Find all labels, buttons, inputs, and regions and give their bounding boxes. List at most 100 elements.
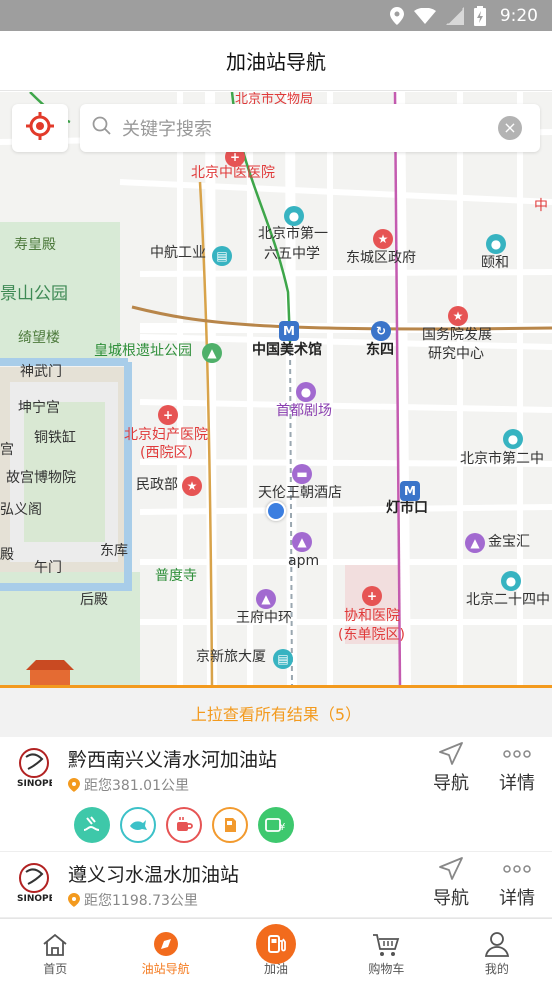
clear-icon[interactable]: × [498,116,522,140]
locate-button[interactable] [12,104,68,152]
poi-label: 后殿 [80,592,108,608]
nav-home[interactable]: 首页 [0,919,110,981]
poi-label: 中 [534,198,548,214]
poi-label: 弘义阁 [0,502,42,518]
poi-label: 北京市第二中 [460,451,544,467]
more-dots-icon [503,865,531,873]
poi-label: 六五中学 [264,246,320,262]
theater-icon: ● [296,382,316,402]
search-field[interactable]: 关键字搜索 × [80,104,540,152]
home-icon [43,933,67,956]
results-pull-up-bar[interactable]: 上拉查看所有结果（5） [0,685,552,737]
poi-label: 殿 [0,547,14,563]
navigate-button[interactable]: 导航 [426,856,476,910]
shopping-icon: ▲ [465,533,485,553]
navigate-label: 导航 [433,888,469,909]
navigate-label: 导航 [433,773,469,794]
poi-label: 皇城根遗址公园 [94,343,192,359]
coffee-icon [166,807,202,843]
poi-label: 民政部 [136,477,178,493]
compass-icon [153,932,178,956]
poi-label: 研究中心 [428,346,484,362]
metro-icon: M [400,481,420,501]
navigation-arrow-icon [439,742,463,765]
poi-label: 神武门 [20,364,62,380]
wash-icon [74,807,110,843]
nav-profile[interactable]: 我的 [442,919,552,981]
poi-label: 金宝汇 [488,534,530,550]
nav-label: 我的 [484,962,509,976]
poi-label: 铜铁缸 [34,430,76,446]
school-icon: ● [503,429,523,449]
svg-text:¥: ¥ [279,822,285,833]
fuel-pump-icon [268,935,286,953]
government-icon: ★ [448,306,468,326]
poi-label: 北京市第一 [258,226,328,242]
water-icon [120,807,156,843]
status-bar: 9:20 [0,0,552,31]
station-distance: 距您381.01公里 [68,775,189,795]
poi-label: 东四 [366,342,394,358]
school-icon: ● [284,206,304,226]
poi-label: 东城区政府 [346,250,416,266]
status-time: 9:20 [499,5,538,26]
results-label: 上拉查看所有结果（5） [190,704,362,724]
poi-label: 寿皇殿 [14,237,56,253]
government-icon: ★ [373,229,393,249]
details-button[interactable]: 详情 [492,741,542,795]
poi-label: (东单院区) [338,627,405,643]
map-view[interactable]: 北京市文物局 北京中医医院 中 寿皇殿 景山公园 绮望楼 中航工业 北京市第一 … [0,92,552,686]
distance-text: 距您381.01公里 [84,778,189,794]
government-icon: ★ [182,476,202,496]
poi-label: 北京中医医院 [191,165,275,181]
sinopec-logo: SINOPEC [16,862,62,904]
poi-label: 坤宁宫 [18,400,60,416]
poi-label: 颐和 [481,255,509,271]
poi-label: 故宫博物院 [6,470,76,486]
park-icon: ▲ [202,343,222,363]
shopping-icon: ▲ [292,532,312,552]
poi-label: (西院区) [140,445,193,461]
nav-cart[interactable]: 购物车 [331,919,441,981]
station-list-item[interactable]: SINOPEC 黔西南兴义清水河加油站 距您381.01公里 导航 详情 [0,737,552,852]
shopping-icon: ▲ [256,589,276,609]
poi-label: 中国美术馆 [252,342,322,358]
poi-label: 北京二十四中 [466,592,550,608]
nav-label: 购物车 [368,962,405,976]
location-icon [389,6,404,25]
poi-label: 普度寺 [155,568,197,584]
poi-label: 天伦王朝酒店 [258,485,342,501]
hospital-icon: + [362,586,382,606]
navigation-arrow-icon [439,857,463,880]
poi-label: 午门 [34,560,62,576]
more-dots-icon [503,750,531,758]
station-name: 遵义习水温水加油站 [68,864,240,886]
search-input[interactable]: 关键字搜索 [122,115,498,141]
current-location-marker [266,501,286,521]
details-label: 详情 [499,773,535,794]
nav-label: 油站导航 [141,962,190,976]
details-button[interactable]: 详情 [492,856,542,910]
nav-label: 首页 [43,962,68,976]
poi-label: 灯市口 [386,500,428,516]
cart-icon [373,934,400,956]
poi-label: 景山公园 [0,284,68,304]
search-icon [92,116,112,140]
poi-label: apm [288,553,320,569]
station-list-item[interactable]: SINOPEC 遵义习水温水加油站 距您1198.73公里 导航 详情 [0,852,552,918]
location-pin-icon [68,778,80,792]
refuel-fab[interactable] [256,924,296,964]
poi-label: 首都剧场 [276,403,332,419]
station-name: 黔西南兴义清水河加油站 [68,749,278,771]
nav-station-navigation[interactable]: 油站导航 [110,919,220,981]
page-title: 加油站导航 [226,50,326,74]
poi-label: 绮望楼 [18,330,60,346]
metro-icon: M [279,321,299,341]
building-icon: ▤ [273,649,293,669]
metro-icon: ↻ [371,321,391,341]
poi-label: 东库 [100,543,128,559]
navigate-button[interactable]: 导航 [426,741,476,795]
screen: 9:20 加油站导航 北京市文物局 北京中医医院 中 寿皇殿 景山公园 绮望楼 … [0,0,552,981]
app-header: 加油站导航 [0,31,552,91]
user-icon [484,932,509,957]
